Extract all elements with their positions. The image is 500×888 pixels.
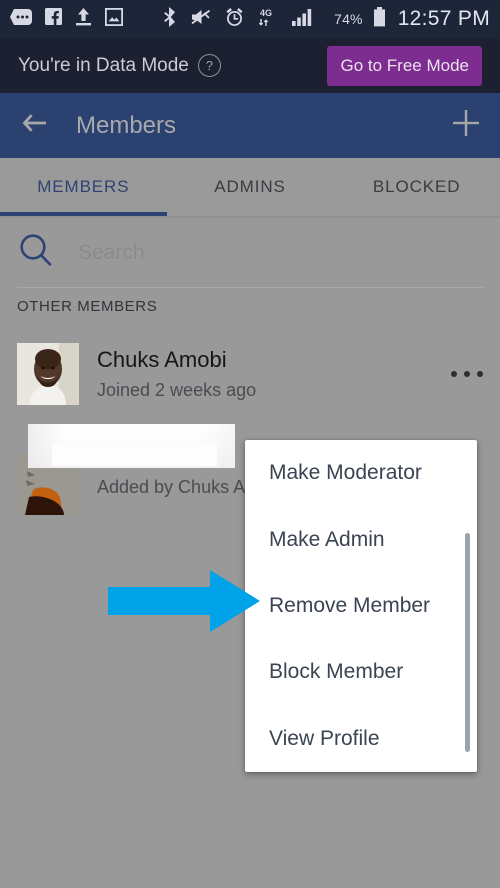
member-row-chuks-amobi[interactable]: Chuks Amobi Joined 2 weeks ago <box>0 338 500 410</box>
svg-text:4G: 4G <box>260 8 272 18</box>
menu-item-label: Remove Member <box>269 593 431 617</box>
clock-label: 12:57 PM <box>397 7 490 30</box>
member-name: Chuks Amobi <box>97 346 227 372</box>
menu-item-view-profile[interactable]: View Profile <box>245 706 477 772</box>
facebook-icon <box>45 8 62 30</box>
menu-item-label: Make Moderator <box>269 461 422 485</box>
more-options-icon[interactable] <box>451 371 483 377</box>
search-input[interactable] <box>76 240 410 266</box>
signal-bars-icon <box>292 8 314 31</box>
photo-icon <box>104 7 124 31</box>
avatar[interactable] <box>17 343 79 405</box>
phone-screen: 4G 74% 12:57 PM You're in Data Mode ? Go… <box>0 0 500 888</box>
menu-item-make-moderator[interactable]: Make Moderator <box>245 440 477 506</box>
battery-percent-label: 74% <box>334 11 363 27</box>
vertical-scrollbar[interactable] <box>465 533 470 752</box>
page-title: Members <box>76 111 177 139</box>
menu-item-label: Block Member <box>269 660 404 684</box>
tab-admins-label: ADMINS <box>214 177 286 196</box>
alarm-icon <box>225 7 244 32</box>
dot <box>451 371 457 377</box>
go-to-free-mode-button[interactable]: Go to Free Mode <box>327 45 482 86</box>
right-pointing-arrow <box>108 570 260 632</box>
tab-blocked-label: BLOCKED <box>372 177 461 196</box>
status-bar-left-icons: 4G <box>10 6 314 32</box>
menu-item-label: Make Admin <box>269 527 385 551</box>
network-4g-icon: 4G <box>257 7 279 32</box>
member-subtitle: Joined 2 weeks ago <box>97 380 257 401</box>
section-header-other-members: OTHER MEMBERS <box>17 298 158 315</box>
search-bar <box>0 219 500 287</box>
dot <box>464 371 470 377</box>
status-bar-right: 74% 12:57 PM <box>334 6 490 32</box>
vibrate-off-icon <box>190 8 212 31</box>
search-icon[interactable] <box>18 233 54 274</box>
messenger-icon <box>10 8 32 30</box>
tab-blocked[interactable]: BLOCKED <box>333 158 500 216</box>
data-mode-banner: You're in Data Mode ? Go to Free Mode <box>0 38 500 93</box>
tab-bar: MEMBERS ADMINS BLOCKED <box>0 158 500 216</box>
question-mark-icon[interactable]: ? <box>197 54 221 77</box>
data-mode-message: You're in Data Mode <box>18 54 189 76</box>
dot <box>477 371 483 377</box>
menu-item-block-member[interactable]: Block Member <box>245 639 477 705</box>
search-divider <box>17 287 483 288</box>
battery-icon <box>373 6 386 32</box>
tab-admins[interactable]: ADMINS <box>167 158 334 216</box>
upload-icon <box>75 7 92 31</box>
plus-icon[interactable] <box>452 109 480 142</box>
menu-item-label: View Profile <box>269 726 380 750</box>
redaction-smudge-inner <box>52 444 217 466</box>
tab-members-label: MEMBERS <box>37 177 130 196</box>
menu-item-make-admin[interactable]: Make Admin <box>245 506 477 572</box>
context-menu: Make Moderator Make Admin Remove Member … <box>245 440 477 772</box>
app-bar: Members <box>0 93 500 158</box>
tab-members[interactable]: MEMBERS <box>0 158 167 216</box>
back-arrow-icon[interactable] <box>20 112 48 139</box>
bluetooth-icon <box>163 6 177 32</box>
menu-item-remove-member[interactable]: Remove Member <box>245 573 477 639</box>
member-info: Chuks Amobi Joined 2 weeks ago <box>97 347 256 401</box>
status-bar: 4G 74% 12:57 PM <box>0 0 500 38</box>
